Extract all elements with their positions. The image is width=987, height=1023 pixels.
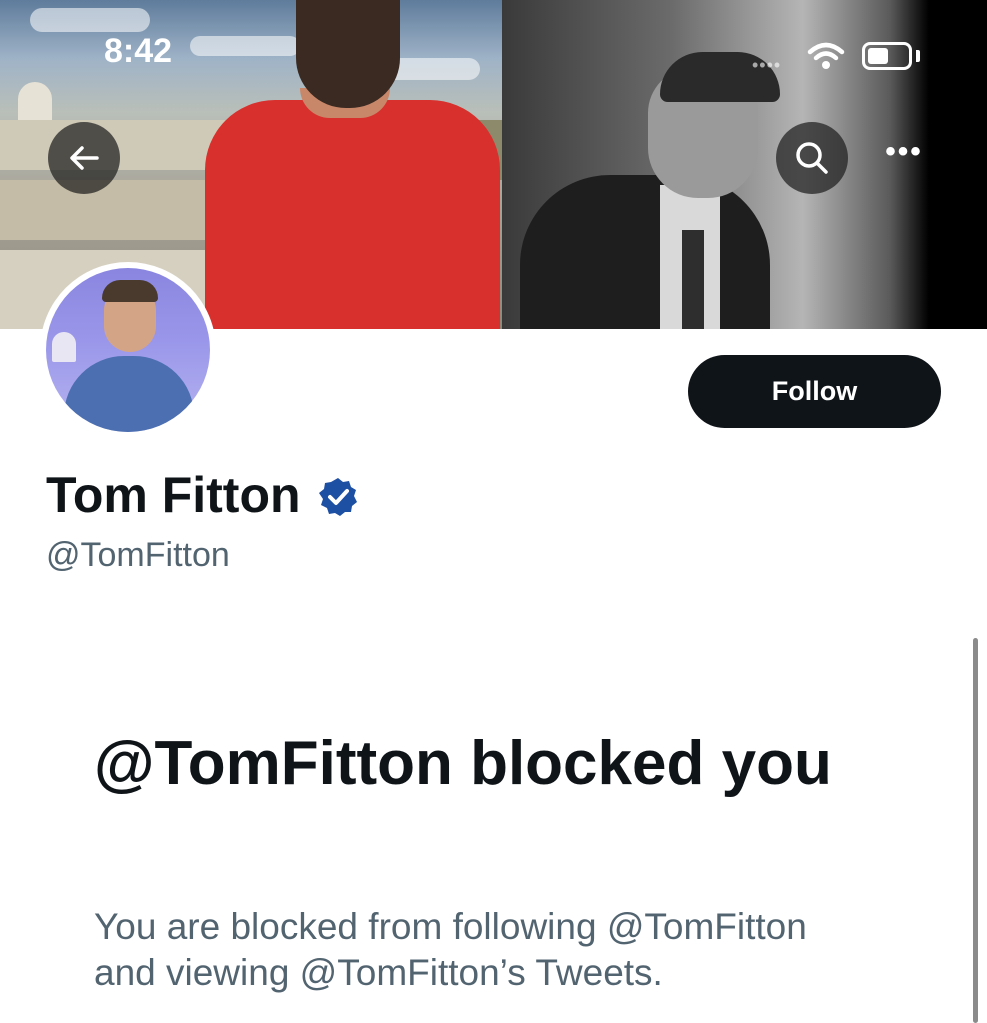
verified-badge-icon <box>318 478 357 516</box>
profile-handle: @TomFitton <box>46 536 230 574</box>
scrollbar[interactable] <box>973 638 978 1023</box>
more-icon: ••• <box>885 135 923 168</box>
back-arrow-icon <box>70 146 99 170</box>
follow-button[interactable]: Follow <box>688 355 941 428</box>
avatar-photo <box>46 268 210 432</box>
blocked-title: @TomFitton blocked you <box>94 729 832 798</box>
wifi-icon <box>807 42 845 69</box>
battery-nub <box>916 50 920 62</box>
display-name: Tom Fitton <box>46 467 301 523</box>
profile-name-row: Tom Fitton <box>46 466 359 524</box>
battery-icon <box>862 42 912 70</box>
search-icon <box>796 142 828 174</box>
status-time: 8:42 <box>104 32 173 70</box>
blocked-description: You are blocked from following @TomFitto… <box>94 906 807 993</box>
more-button[interactable]: ••• <box>868 122 940 194</box>
back-button[interactable] <box>48 122 120 194</box>
avatar[interactable] <box>40 262 216 438</box>
signal-dots-icon: •••• <box>752 55 782 75</box>
search-button[interactable] <box>776 122 848 194</box>
